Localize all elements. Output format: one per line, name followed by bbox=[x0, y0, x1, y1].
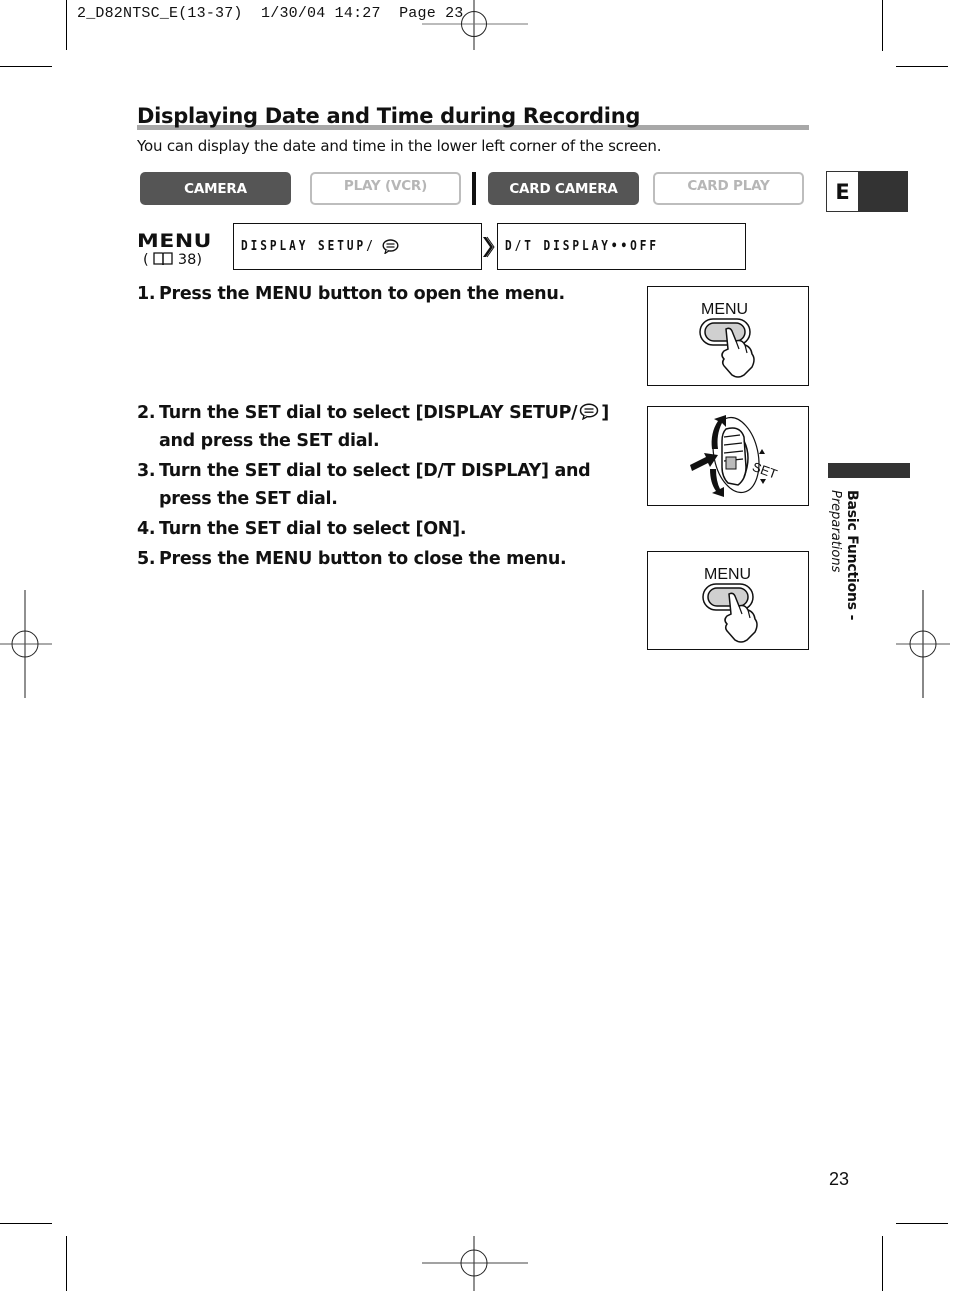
mode-card-play: CARD PLAY bbox=[653, 172, 804, 205]
mode-card-camera: CARD CAMERA bbox=[488, 172, 639, 205]
menu-page-reference: ( 38) bbox=[143, 252, 202, 268]
language-letter: E bbox=[826, 171, 859, 212]
figure-menu-label: MENU bbox=[704, 566, 751, 583]
crop-mark-bottom-left-h bbox=[0, 1223, 52, 1224]
step-number: 2. bbox=[137, 403, 156, 423]
arrow-right-icon bbox=[690, 453, 718, 471]
slug-page: Page 23 bbox=[399, 5, 464, 22]
mode-camera: CAMERA bbox=[140, 172, 291, 205]
slug-time: 14:27 bbox=[334, 5, 381, 22]
step-number: 3. bbox=[137, 461, 156, 481]
step-text: Press the MENU button to close the menu. bbox=[159, 549, 567, 569]
figure-menu-button-close: MENU bbox=[647, 551, 809, 650]
menu-path-item-dt-display: D/T DISPLAY••OFF bbox=[497, 223, 746, 270]
crop-mark-top-left-v bbox=[66, 0, 67, 50]
menu-button-press-illustration: MENU bbox=[702, 566, 758, 643]
crop-mark-bottom-right-h bbox=[896, 1223, 948, 1224]
step-2: 2. Turn the SET dial to select [DISPLAY … bbox=[137, 400, 624, 455]
step-number: 1. bbox=[137, 284, 156, 304]
crop-mark-top-right-v bbox=[882, 0, 883, 51]
language-tab: E bbox=[826, 171, 908, 212]
step-text: Press the MENU button to open the menu. bbox=[159, 284, 565, 304]
double-chevron-right-icon bbox=[483, 236, 495, 258]
page-number: 23 bbox=[829, 1169, 850, 1189]
crop-mark-bottom-left-v bbox=[66, 1236, 67, 1291]
page-title: Displaying Date and Time during Recordin… bbox=[137, 104, 641, 128]
step-text: Turn the SET dial to select [D/T DISPLAY… bbox=[159, 461, 591, 509]
step-5: 5. Press the MENU button to close the me… bbox=[137, 546, 624, 574]
slug-date: 1/30/04 bbox=[261, 5, 326, 22]
side-tab-text: Basic Functions - Preparations bbox=[827, 490, 861, 620]
menu-logo: MENU bbox=[137, 230, 213, 252]
set-dial-illustration: SET bbox=[690, 415, 779, 497]
step-number: 4. bbox=[137, 519, 156, 539]
step-text: Turn the SET dial to select [ON]. bbox=[159, 519, 467, 539]
crop-mark-top-right-h bbox=[896, 66, 948, 67]
side-tab-label: Basic Functions - Preparations bbox=[825, 490, 865, 630]
menu-path-item-display-setup: DISPLAY SETUP/ bbox=[233, 223, 482, 270]
speech-bubble-icon bbox=[382, 239, 399, 254]
side-tab-bar bbox=[828, 463, 910, 478]
registration-mark-left bbox=[0, 590, 52, 698]
figure-set-dial: SET bbox=[647, 406, 809, 506]
step-number: 5. bbox=[137, 549, 156, 569]
mode-divider bbox=[472, 172, 476, 205]
figure-set-label: SET bbox=[750, 459, 779, 482]
mode-play-vcr: PLAY (VCR) bbox=[310, 172, 461, 205]
print-slug: 2_D82NTSC_E(13-37) 1/30/04 14:27 Page 23 bbox=[77, 5, 464, 22]
crop-mark-bottom-right-v bbox=[882, 1236, 883, 1291]
speech-bubble-icon bbox=[579, 403, 599, 420]
menu-button-press-illustration: MENU bbox=[699, 301, 755, 378]
side-tab-chapter: Basic Functions - bbox=[844, 490, 860, 621]
figure-menu-label: MENU bbox=[701, 301, 748, 318]
registration-mark-bottom bbox=[422, 1236, 528, 1291]
step-text: Turn the SET dial to select [DISPLAY SET… bbox=[159, 403, 609, 451]
step-4: 4. Turn the SET dial to select [ON]. bbox=[137, 516, 624, 544]
figure-menu-button-open: MENU bbox=[647, 286, 809, 386]
step-3: 3. Turn the SET dial to select [D/T DISP… bbox=[137, 458, 624, 513]
page-subtitle: You can display the date and time in the… bbox=[137, 137, 662, 155]
registration-mark-right bbox=[896, 590, 950, 698]
book-icon bbox=[153, 252, 173, 266]
side-tab-section: Preparations bbox=[828, 490, 843, 573]
step-1: 1. Press the MENU button to open the men… bbox=[137, 281, 624, 309]
crop-mark-top-left-h bbox=[0, 66, 52, 67]
slug-file: 2_D82NTSC_E(13-37) bbox=[77, 5, 243, 22]
